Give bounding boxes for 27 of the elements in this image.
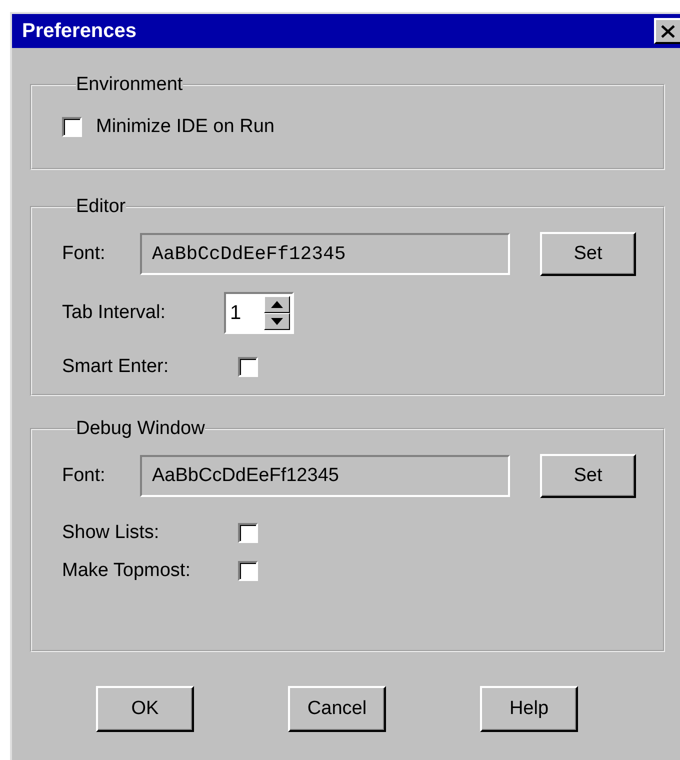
group-title: Environment <box>76 74 183 96</box>
set-button[interactable]: Set <box>540 454 636 498</box>
close-button[interactable] <box>654 18 680 44</box>
font-preview-field: AaBbCcDdEeFf12345 <box>140 233 510 275</box>
checkbox-label: Smart Enter: <box>62 356 170 378</box>
field-label: Font: <box>62 465 106 487</box>
field-label: Font: <box>62 243 106 265</box>
dialog-button[interactable]: Help <box>480 686 578 732</box>
set-button[interactable]: Set <box>540 232 636 276</box>
dialog-button[interactable]: Cancel <box>288 686 386 732</box>
window-title: Preferences <box>22 20 137 42</box>
dialog-button[interactable]: OK <box>96 686 194 732</box>
checkbox-label: Minimize IDE on Run <box>96 116 274 138</box>
checkbox[interactable] <box>238 561 258 581</box>
spinner-field[interactable]: 1 <box>224 292 294 334</box>
checkbox[interactable] <box>62 117 82 137</box>
checkbox-label: Make Topmost: <box>62 560 192 582</box>
close-icon <box>661 24 675 38</box>
spin-up-icon[interactable] <box>264 296 290 313</box>
group-title: Editor <box>76 196 126 218</box>
checkbox[interactable] <box>238 357 258 377</box>
group-title: Debug Window <box>76 418 205 440</box>
font-preview-field: AaBbCcDdEeFf12345 <box>140 455 510 497</box>
field-label: Tab Interval: <box>62 302 166 324</box>
spin-down-icon[interactable] <box>264 313 290 330</box>
checkbox-label: Show Lists: <box>62 522 160 544</box>
checkbox[interactable] <box>238 523 258 543</box>
